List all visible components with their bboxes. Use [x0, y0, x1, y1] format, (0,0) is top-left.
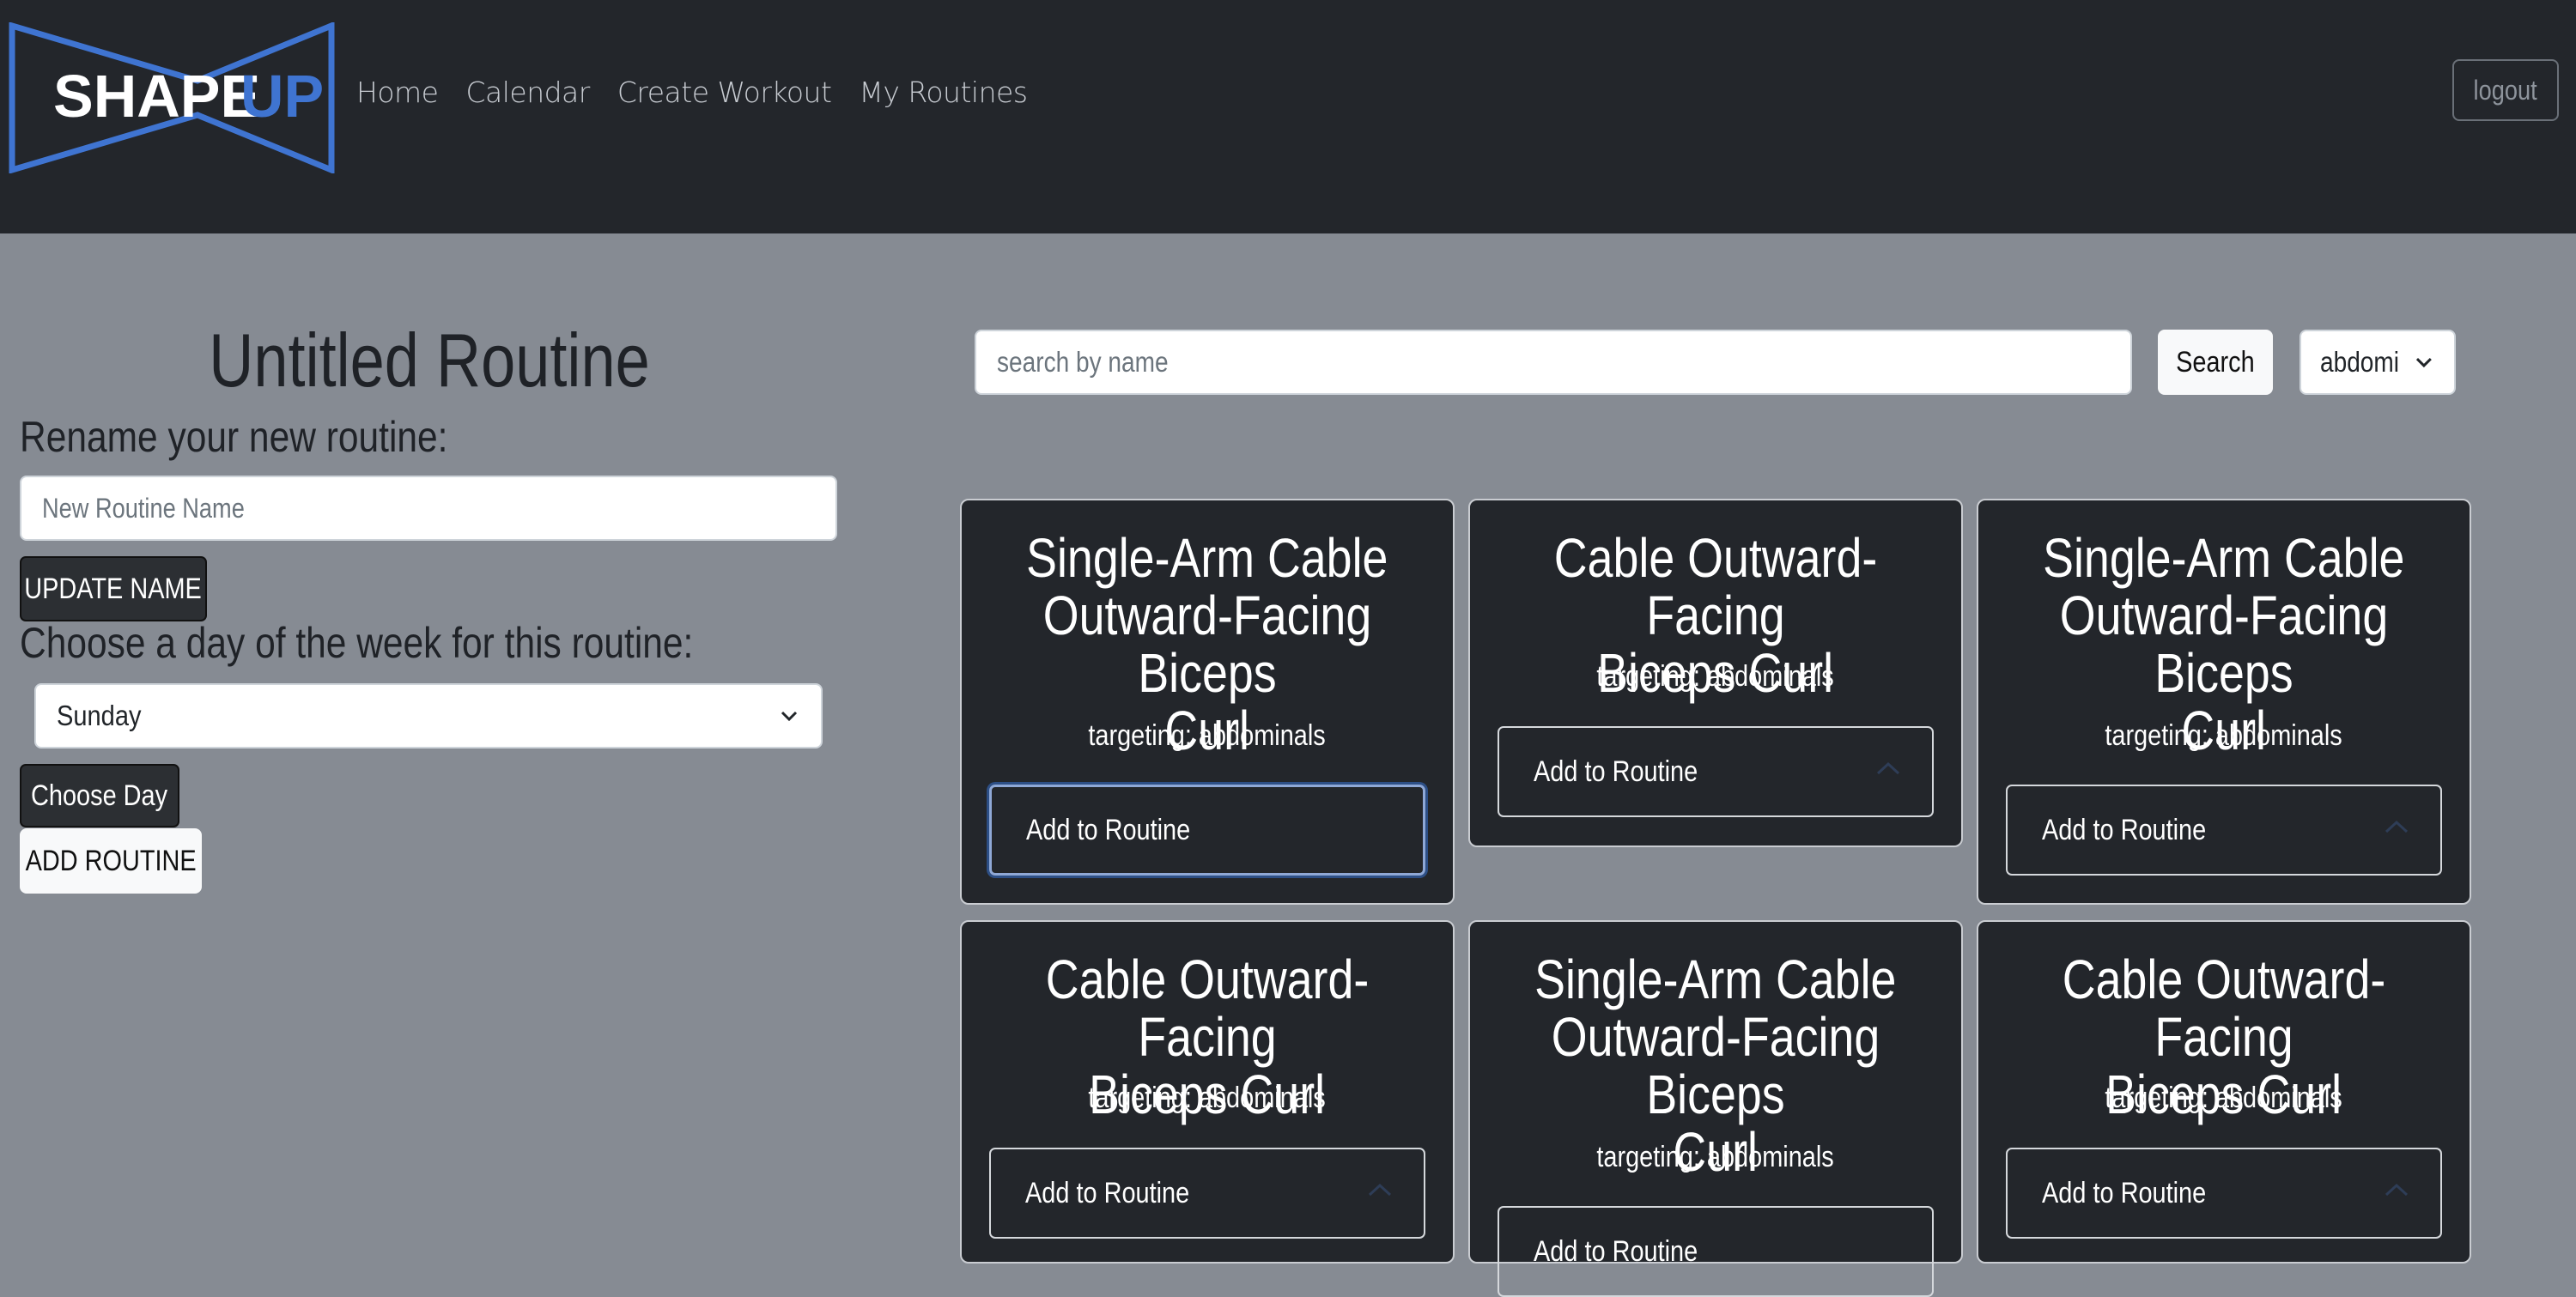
logout-button[interactable]: logout — [2452, 59, 2559, 121]
exercise-card: Cable Outward-Facing Biceps Curl targeti… — [1468, 499, 1963, 847]
muscle-filter-value: abdomi — [2320, 346, 2399, 378]
exercise-target: targeting: abdominals — [962, 1082, 1453, 1115]
day-select-value: Sunday — [57, 700, 142, 731]
shape-up-logo[interactable]: SHAPE UP — [9, 22, 335, 173]
add-to-routine-button[interactable]: Add to Routine — [2006, 785, 2442, 876]
chevron-up-icon — [1876, 761, 1900, 775]
exercise-title-line: Cable Outward-Facing — [1045, 949, 1370, 1068]
exercise-target: targeting: abdominals — [1978, 1082, 2470, 1115]
logo-text-shape: SHAPE — [53, 63, 260, 130]
exercise-card: Cable Outward-Facing Biceps Curl targeti… — [960, 920, 1455, 1264]
add-to-routine-label: Add to Routine — [2042, 1176, 2207, 1209]
add-to-routine-label: Add to Routine — [2042, 813, 2207, 846]
nav-home-link[interactable]: Home — [356, 76, 439, 109]
exercise-card: Cable Outward-Facing Biceps Curl targeti… — [1977, 920, 2471, 1264]
add-routine-label: ADD ROUTINE — [25, 844, 197, 877]
chevron-up-icon — [2385, 820, 2409, 833]
search-input[interactable]: search by name — [975, 330, 2132, 395]
exercise-target-text: targeting: abdominals — [1596, 660, 1835, 693]
add-to-routine-button[interactable]: Add to Routine — [1498, 1206, 1934, 1297]
add-to-routine-label: Add to Routine — [1534, 755, 1698, 788]
choose-day-button[interactable]: Choose Day — [20, 764, 179, 827]
exercise-target: targeting: abdominals — [1470, 1141, 1961, 1174]
nav-create-workout-link[interactable]: Create Workout — [617, 76, 832, 109]
add-to-routine-button[interactable]: Add to Routine — [989, 785, 1425, 876]
routine-title: Untitled Routine — [209, 318, 650, 403]
exercise-target-text: targeting: abdominals — [1088, 719, 1327, 752]
update-name-label: UPDATE NAME — [24, 572, 203, 605]
exercise-card: Single-Arm Cable Outward-Facing Biceps C… — [1468, 920, 1963, 1297]
exercise-title-line: Outward-Facing Biceps — [1042, 585, 1372, 704]
exercise-target-text: targeting: abdominals — [1088, 1082, 1327, 1114]
add-to-routine-button[interactable]: Add to Routine — [1498, 726, 1934, 817]
exercise-title-line: Single-Arm Cable — [1026, 527, 1388, 589]
update-name-button[interactable]: UPDATE NAME — [20, 556, 207, 621]
add-to-routine-button[interactable]: Add to Routine — [989, 1148, 1425, 1239]
add-to-routine-label: Add to Routine — [1534, 1234, 1698, 1268]
day-select[interactable]: Sunday — [34, 683, 823, 749]
exercise-card: Single-Arm Cable Outward-Facing Biceps C… — [1977, 499, 2471, 905]
exercise-title-line: Cable Outward-Facing — [2062, 949, 2386, 1068]
logout-label: logout — [2473, 74, 2538, 106]
add-routine-button[interactable]: ADD ROUTINE — [20, 828, 202, 894]
logo-text-up: UP — [240, 63, 324, 130]
nav-links: Home Calendar Create Workout My Routines — [356, 70, 1054, 113]
chevron-down-icon — [781, 711, 798, 722]
exercise-title-line: Outward-Facing Biceps — [2059, 585, 2389, 704]
search-button-label: Search — [2176, 345, 2255, 379]
exercise-title-line: Single-Arm Cable — [2043, 527, 2405, 589]
routine-name-placeholder: New Routine Name — [42, 492, 245, 524]
nav-my-routines-link[interactable]: My Routines — [859, 76, 1028, 109]
exercise-target-text: targeting: abdominals — [1596, 1141, 1835, 1173]
exercise-target-text: targeting: abdominals — [2105, 1082, 2343, 1114]
exercise-target: targeting: abdominals — [962, 719, 1453, 753]
exercise-title-line: Cable Outward-Facing — [1553, 527, 1878, 646]
add-to-routine-button[interactable]: Add to Routine — [2006, 1148, 2442, 1239]
exercise-title-line: Outward-Facing Biceps — [1551, 1006, 1880, 1125]
add-to-routine-label: Add to Routine — [1026, 813, 1191, 846]
exercise-target-text: targeting: abdominals — [2105, 719, 2343, 752]
muscle-filter-select[interactable]: abdomi — [2300, 330, 2456, 395]
exercise-target: targeting: abdominals — [1978, 719, 2470, 753]
choose-day-label: Choose Day — [31, 779, 168, 812]
add-to-routine-label: Add to Routine — [1025, 1176, 1190, 1209]
exercise-target: targeting: abdominals — [1470, 660, 1961, 694]
search-button[interactable]: Search — [2158, 330, 2273, 395]
nav-calendar-link[interactable]: Calendar — [465, 76, 590, 109]
routine-name-input[interactable]: New Routine Name — [20, 476, 837, 541]
rename-label: Rename your new routine: — [20, 413, 448, 461]
navbar: SHAPE UP Home Calendar Create Workout My… — [0, 0, 2576, 233]
chevron-up-icon — [1368, 1183, 1392, 1197]
exercise-card: Single-Arm Cable Outward-Facing Biceps C… — [960, 499, 1455, 905]
chevron-up-icon — [2385, 1183, 2409, 1197]
search-placeholder: search by name — [997, 346, 1169, 378]
chevron-down-icon — [2416, 357, 2433, 368]
exercise-title-line: Single-Arm Cable — [1534, 949, 1897, 1010]
day-label: Choose a day of the week for this routin… — [20, 619, 694, 667]
